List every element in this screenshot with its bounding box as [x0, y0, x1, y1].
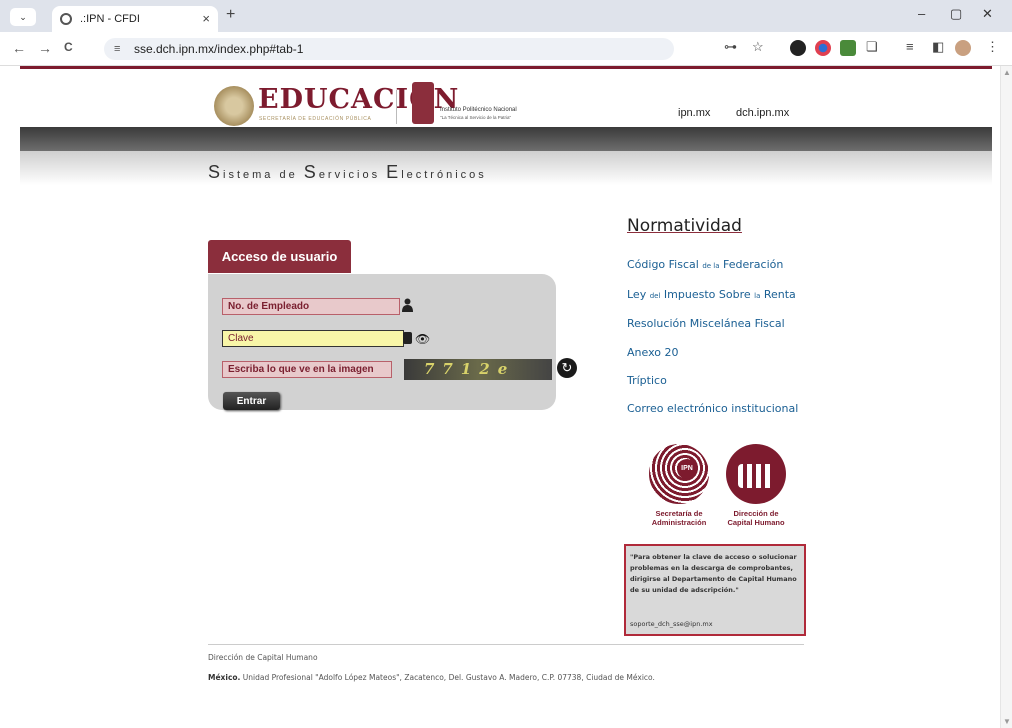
help-note: "Para obtener la clave de acceso o soluc…: [624, 544, 806, 636]
link-triptico[interactable]: Tríptico: [627, 374, 667, 387]
login-submit-button[interactable]: Entrar: [223, 392, 280, 410]
ipn-shield-icon: [412, 82, 434, 124]
scroll-up-icon[interactable]: ▲: [1003, 68, 1011, 77]
link-resolucion-miscelanea[interactable]: Resolución Miscelánea Fiscal: [627, 317, 785, 330]
globe-icon: [60, 13, 72, 25]
tab-title: .:IPN - CFDI: [80, 13, 140, 25]
page-content: EDUCACIÓN SECRETARÍA DE EDUCACIÓN PÚBLIC…: [0, 66, 1000, 728]
capital-humano-logo: [726, 444, 786, 504]
ipn-tagline: "La Técnica al Servicio de la Patria": [440, 115, 512, 120]
minimize-button[interactable]: –: [918, 6, 925, 21]
system-title: Sistema de Servicios Electrónicos: [208, 162, 487, 182]
people-icon: [738, 464, 774, 488]
forward-button[interactable]: →: [38, 40, 52, 56]
footer-department: Dirección de Capital Humano: [208, 653, 318, 662]
key-icon[interactable]: ⊶: [724, 39, 737, 55]
maximize-button[interactable]: ▢: [950, 6, 962, 22]
sep-seal-icon: [214, 86, 254, 126]
sep-subtitle: SECRETARÍA DE EDUCACIÓN PÚBLICA: [259, 116, 372, 122]
captcha-input[interactable]: [222, 361, 392, 378]
back-button[interactable]: ←: [12, 40, 26, 56]
bookmark-star-icon[interactable]: ☆: [752, 39, 764, 55]
address-bar[interactable]: ≡ sse.dch.ipn.mx/index.php#tab-1: [104, 38, 674, 60]
reload-button[interactable]: C: [64, 40, 73, 54]
employee-number-input[interactable]: [222, 298, 400, 315]
user-icon: [402, 298, 413, 312]
ch-caption: Dirección de Capital Humano: [727, 509, 785, 527]
page-scrollbar[interactable]: ▲ ▼: [1000, 66, 1012, 728]
link-correo-institucional[interactable]: Correo electrónico institucional: [627, 402, 798, 415]
browser-tab-strip: ⌄ .:IPN - CFDI × + – ▢ ✕: [0, 0, 1012, 32]
help-note-text: "Para obtener la clave de acceso o soluc…: [630, 553, 797, 594]
close-window-button[interactable]: ✕: [982, 6, 993, 22]
top-accent-line: [20, 66, 992, 69]
side-panel-icon[interactable]: ◧: [932, 39, 944, 55]
tab-close-icon[interactable]: ×: [202, 6, 210, 32]
normatividad-heading: Normatividad: [627, 216, 742, 236]
new-tab-button[interactable]: +: [226, 6, 235, 24]
secretaria-administracion-logo: IPN: [649, 444, 709, 504]
site-info-icon[interactable]: ≡: [114, 38, 120, 60]
header-shade: [20, 151, 992, 185]
lock-icon: [403, 332, 412, 344]
menu-icon[interactable]: ⋮: [986, 39, 999, 55]
browser-toolbar: ← → C ≡ sse.dch.ipn.mx/index.php#tab-1 ⊶…: [0, 32, 1012, 66]
profile-avatar[interactable]: [955, 40, 971, 56]
ipn-core-label: IPN: [677, 459, 697, 479]
reading-list-icon[interactable]: ≡: [906, 39, 914, 54]
support-email[interactable]: soporte_dch_sse@ipn.mx: [630, 619, 713, 630]
show-password-eye-icon[interactable]: 👁: [415, 333, 430, 345]
extensions-puzzle-icon[interactable]: ❏: [866, 39, 878, 55]
extension-icon[interactable]: [815, 40, 831, 56]
browser-tab[interactable]: .:IPN - CFDI ×: [52, 6, 218, 32]
link-ley-isr[interactable]: Ley del Impuesto Sobre la Renta: [627, 288, 796, 301]
link-anexo-20[interactable]: Anexo 20: [627, 346, 678, 359]
url-text: sse.dch.ipn.mx/index.php#tab-1: [134, 42, 304, 56]
captcha-refresh-icon[interactable]: ↻: [557, 358, 577, 378]
link-codigo-fiscal[interactable]: Código Fiscal de la Federación: [627, 258, 783, 271]
sa-caption: Secretaría de Administración: [651, 509, 707, 527]
extension-icon[interactable]: [840, 40, 856, 56]
link-dch[interactable]: dch.ipn.mx: [736, 107, 789, 119]
footer-divider: [208, 644, 804, 645]
link-ipn[interactable]: ipn.mx: [678, 107, 710, 119]
password-input[interactable]: [222, 330, 404, 347]
footer-address: México. Unidad Profesional "Adolfo López…: [208, 673, 655, 682]
captcha-image: 7712e: [404, 359, 552, 380]
scroll-down-icon[interactable]: ▼: [1003, 717, 1011, 726]
ipn-name: Instituto Politécnico Nacional: [440, 107, 517, 113]
tab-search-button[interactable]: ⌄: [10, 8, 36, 26]
login-tab[interactable]: Acceso de usuario: [208, 240, 351, 273]
extension-icon[interactable]: [790, 40, 806, 56]
logo-divider: [396, 90, 397, 124]
header-band: [20, 127, 992, 151]
